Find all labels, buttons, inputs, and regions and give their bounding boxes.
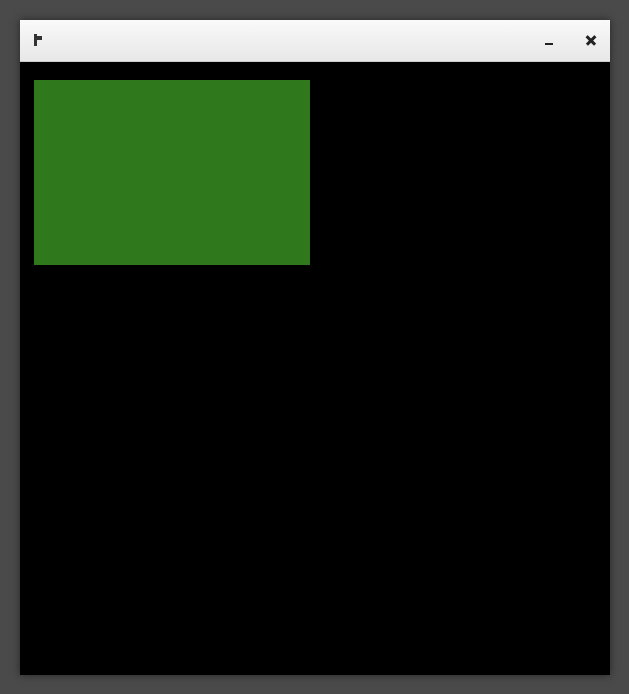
app-icon <box>32 33 46 47</box>
minimize-button[interactable] <box>542 33 556 47</box>
titlebar-left <box>32 33 54 47</box>
canvas-area <box>20 62 610 675</box>
titlebar[interactable] <box>20 20 610 62</box>
application-window <box>20 20 610 675</box>
green-rectangle <box>34 80 310 265</box>
close-button[interactable] <box>584 33 598 47</box>
titlebar-controls <box>542 33 598 47</box>
